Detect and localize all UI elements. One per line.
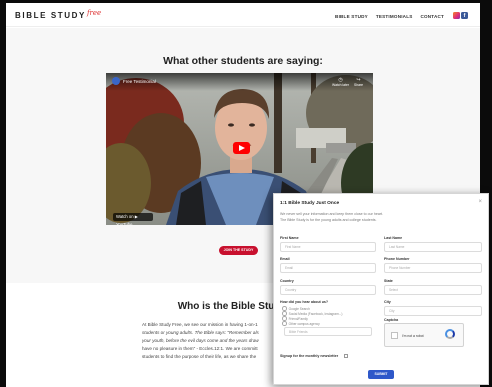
share-label: Share [354,83,364,87]
state-label: State [384,279,393,283]
heard-other-input[interactable]: Bible Friends [284,327,372,336]
phone-label: Phone Number [384,257,410,261]
nav-bible-study[interactable]: BIBLE STUDY [335,14,368,19]
signup-modal: 1:1 Bible Study Just Once × We never sel… [273,193,489,385]
phone-input[interactable]: Phone Number [384,263,482,273]
recaptcha-label: I'm not a robot [402,334,424,338]
first-name-input[interactable]: First Name [280,242,376,252]
last-name-input[interactable]: Last Name [384,242,482,252]
facebook-icon[interactable]: f [461,12,468,19]
logo-text: BIBLE STUDY [15,11,86,20]
watch-on-youtube-button[interactable]: Watch on ▶ YouTube [113,213,153,225]
newsletter-label: Signup for the monthly newsletter [280,354,339,358]
share-button[interactable]: ↪ Share [354,77,363,87]
newsletter-checkbox[interactable] [344,354,348,358]
first-name-label: First Name [280,236,299,240]
captcha-label: Captcha [384,318,399,322]
close-icon[interactable]: × [478,199,482,205]
city-input[interactable]: City [384,306,482,316]
modal-description: We never sell your information and keep … [280,211,470,223]
logo-script: free [86,9,102,17]
recaptcha-widget: I'm not a robot [384,323,464,347]
video-title[interactable]: Free Testimonial [123,79,156,84]
modal-description-line: The Bible Study is for the young adults … [280,218,377,222]
watch-later-label: Watch later [332,83,350,87]
city-label: City [384,300,391,304]
testimonials-heading: What other students are saying: [163,55,323,67]
modal-title: 1:1 Bible Study Just Once [280,201,340,206]
email-label: Email [280,257,290,261]
submit-button[interactable]: SUBMIT [368,370,394,379]
state-select[interactable]: Select [384,285,482,295]
watch-later-button[interactable]: ◷ Watch later [332,77,349,87]
recaptcha-checkbox[interactable] [391,332,398,339]
nav-testimonials[interactable]: TESTIMONIALS [376,14,413,19]
youtube-play-icon[interactable] [233,142,250,154]
recaptcha-icon [445,329,455,339]
heard-about-label: How did you hear about us? [280,300,329,304]
top-navbar: BIBLE STUDYfree BIBLE STUDY TESTIMONIALS… [6,3,480,27]
country-select[interactable]: Country [280,285,376,295]
nav-contact[interactable]: CONTACT [420,14,444,19]
email-input[interactable]: Email [280,263,376,273]
join-study-button[interactable]: JOIN THE STUDY [219,246,258,255]
nav-links: BIBLE STUDY TESTIMONIALS CONTACT [335,14,444,19]
channel-avatar-icon[interactable] [112,77,120,85]
site-logo[interactable]: BIBLE STUDYfree [15,9,102,20]
instagram-icon[interactable] [453,12,460,19]
last-name-label: Last Name [384,236,403,240]
country-label: Country [280,279,294,283]
